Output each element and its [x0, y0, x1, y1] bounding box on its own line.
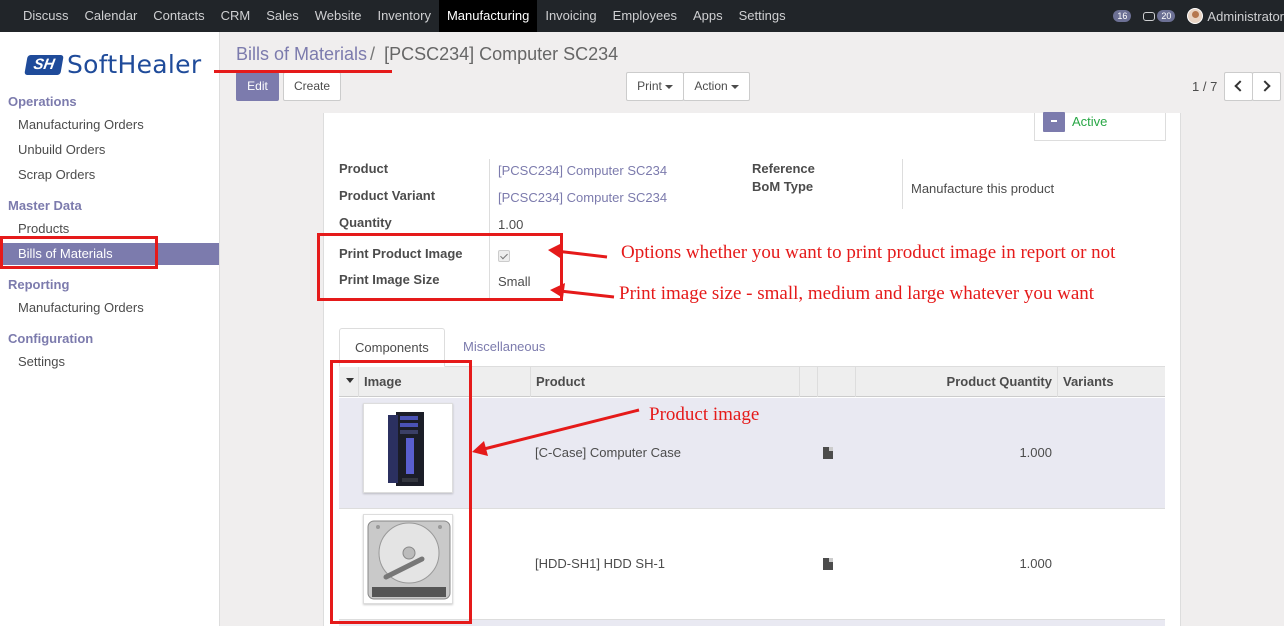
nav-website[interactable]: Website: [307, 0, 370, 32]
component-quantity[interactable]: 1.000: [1019, 556, 1052, 571]
reference-label: Reference: [752, 161, 815, 176]
nav-discuss[interactable]: Discuss: [15, 0, 77, 32]
print-dropdown[interactable]: Print: [626, 72, 684, 101]
quantity-label: Quantity: [339, 215, 392, 230]
action-dropdown[interactable]: Action: [683, 72, 750, 101]
breadcrumb-current: [PCSC234] Computer SC234: [384, 44, 619, 64]
annotation-print-option: Options whether you want to print produc…: [621, 242, 1116, 263]
activity-count-badge: 16: [1113, 10, 1132, 22]
chevron-left-icon: [1234, 80, 1246, 92]
column-header-variants[interactable]: Variants: [1063, 367, 1114, 397]
column-divider: [855, 367, 856, 397]
column-divider: [1057, 367, 1058, 397]
annotation-box-image-column: [330, 360, 472, 624]
annotation-box-print-options: [317, 233, 563, 301]
logo-text: SoftHealer: [67, 50, 202, 79]
component-product[interactable]: [HDD-SH1] HDD SH-1: [535, 556, 665, 571]
sidebar-item-settings[interactable]: Settings: [0, 351, 219, 373]
annotation-product-image: Product image: [649, 404, 760, 425]
messages-button[interactable]: 20: [1143, 10, 1176, 22]
sidebar-section-master-data: Master Data: [8, 198, 82, 213]
create-button[interactable]: Create: [283, 72, 341, 101]
active-toggle-button[interactable]: Active: [1034, 112, 1166, 141]
chat-icon: [1143, 11, 1156, 21]
product-variant-field[interactable]: [PCSC234] Computer SC234: [498, 190, 667, 205]
nav-settings[interactable]: Settings: [731, 0, 794, 32]
user-menu[interactable]: Administrator: [1187, 8, 1284, 24]
action-label: Action: [694, 79, 728, 93]
status-label: Active: [1072, 114, 1108, 129]
user-name: Administrator: [1207, 8, 1284, 24]
sidebar-item-reporting-manufacturing-orders[interactable]: Manufacturing Orders: [0, 297, 219, 319]
annotation-image-size: Print image size - small, medium and lar…: [619, 283, 1095, 304]
nav-crm[interactable]: CRM: [213, 0, 259, 32]
bom-type-field[interactable]: Manufacture this product: [911, 181, 1054, 196]
logo-mark: SH: [24, 54, 64, 75]
nav-contacts[interactable]: Contacts: [145, 0, 212, 32]
component-quantity[interactable]: 1.000: [1019, 445, 1052, 460]
nav-invoicing[interactable]: Invoicing: [537, 0, 604, 32]
activity-button[interactable]: 16: [1113, 10, 1132, 22]
print-label: Print: [637, 79, 662, 93]
systray: 16 20 Administrator: [1113, 0, 1284, 32]
caret-down-icon: [664, 84, 673, 89]
column-divider: [817, 367, 818, 397]
caret-down-icon: [730, 84, 739, 89]
nav-manufacturing[interactable]: Manufacturing: [438, 0, 538, 32]
pager-previous-button[interactable]: [1224, 72, 1253, 101]
nav-calendar[interactable]: Calendar: [77, 0, 146, 32]
product-label: Product: [339, 161, 389, 176]
field-divider: [902, 159, 903, 209]
pager-next-button[interactable]: [1252, 72, 1281, 101]
component-product[interactable]: [C-Case] Computer Case: [535, 445, 681, 460]
quantity-field[interactable]: 1.00: [498, 217, 523, 232]
nav-inventory[interactable]: Inventory: [369, 0, 438, 32]
sidebar: SH SoftHealer Operations Manufacturing O…: [0, 32, 220, 626]
sidebar-item-manufacturing-orders[interactable]: Manufacturing Orders: [0, 114, 219, 136]
breadcrumb-parent-link[interactable]: Bills of Materials: [236, 44, 367, 64]
sidebar-section-operations: Operations: [8, 94, 77, 109]
breadcrumb-separator: /: [370, 44, 376, 64]
chevron-right-icon: [1259, 80, 1271, 92]
bom-type-label: BoM Type: [752, 179, 814, 194]
nav-sales[interactable]: Sales: [258, 0, 307, 32]
company-logo: SH SoftHealer: [24, 50, 202, 79]
archive-icon: [1043, 112, 1065, 132]
nav-apps[interactable]: Apps: [685, 0, 731, 32]
breadcrumb: Bills of Materials / [PCSC234] Computer S…: [236, 44, 618, 65]
top-navbar: Discuss Calendar Contacts CRM Sales Webs…: [0, 0, 1284, 32]
sidebar-item-unbuild-orders[interactable]: Unbuild Orders: [0, 139, 219, 161]
edit-button[interactable]: Edit: [236, 72, 279, 101]
column-divider: [799, 367, 800, 397]
pager-value[interactable]: 1 / 7: [1192, 79, 1217, 94]
message-count-badge: 20: [1157, 10, 1176, 22]
sidebar-section-reporting: Reporting: [8, 277, 70, 292]
nav-employees[interactable]: Employees: [605, 0, 685, 32]
sidebar-section-configuration: Configuration: [8, 331, 94, 346]
annotation-box-bom-menu: [0, 236, 158, 269]
avatar: [1187, 8, 1204, 24]
file-icon[interactable]: [823, 558, 833, 570]
column-divider: [530, 367, 531, 397]
file-icon[interactable]: [823, 447, 833, 459]
annotation-underline: [214, 70, 392, 73]
app-menu: Discuss Calendar Contacts CRM Sales Webs…: [15, 0, 794, 32]
sidebar-item-scrap-orders[interactable]: Scrap Orders: [0, 164, 219, 186]
product-field[interactable]: [PCSC234] Computer SC234: [498, 163, 667, 178]
product-variant-label: Product Variant: [339, 188, 436, 203]
column-header-product[interactable]: Product: [536, 367, 585, 397]
column-header-product-quantity[interactable]: Product Quantity: [947, 367, 1052, 397]
